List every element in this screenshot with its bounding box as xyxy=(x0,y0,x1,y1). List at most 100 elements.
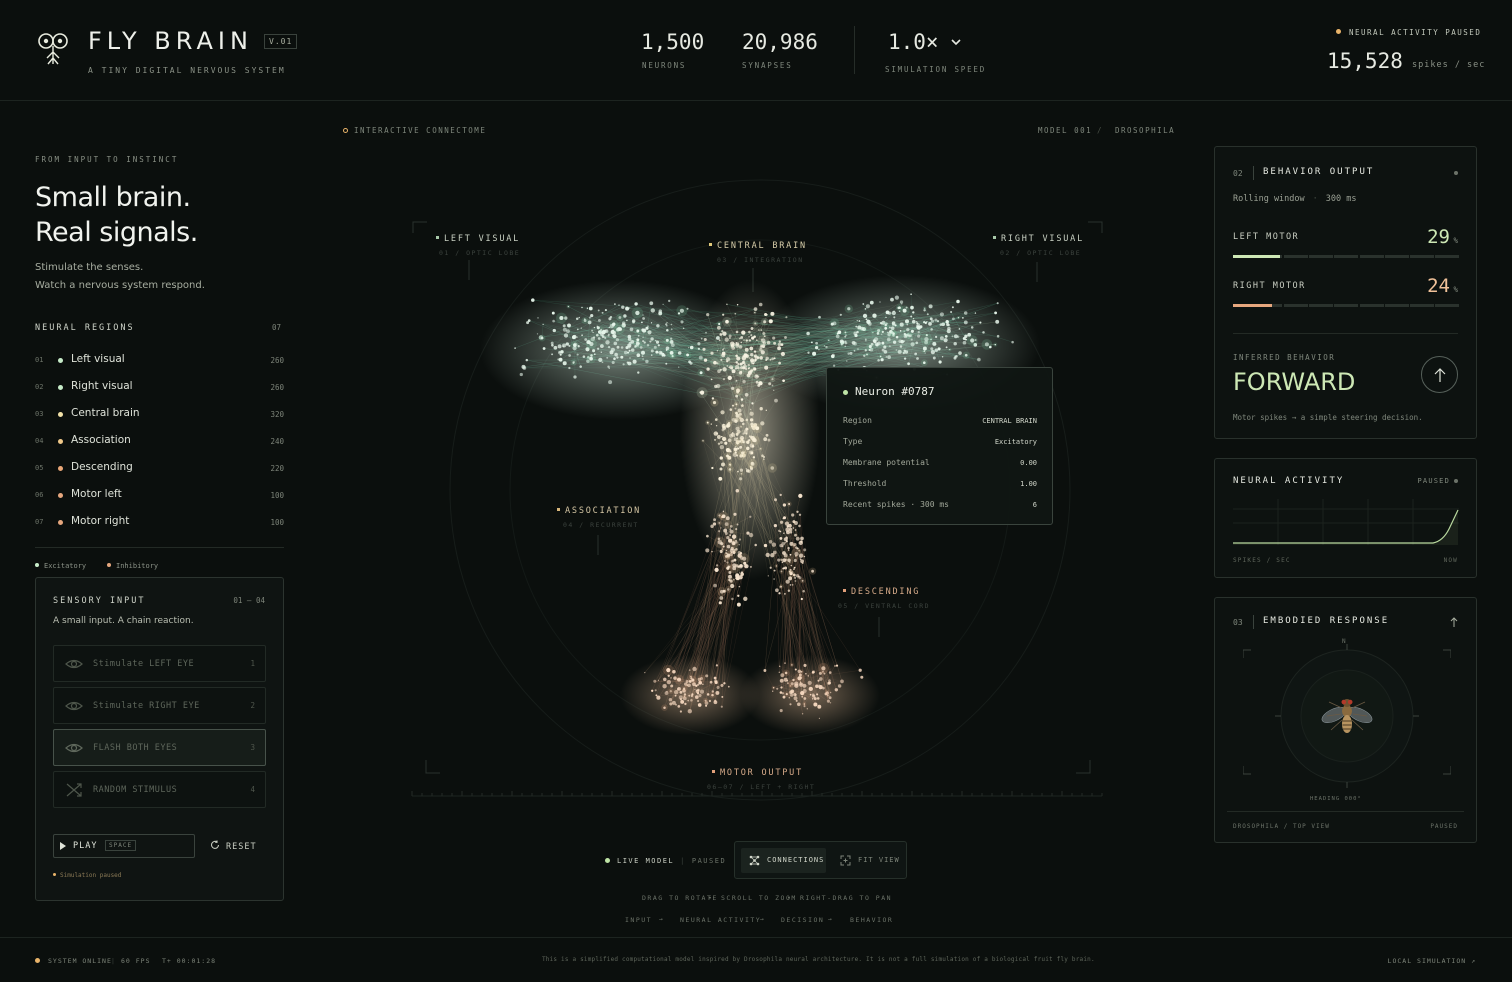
flow-step: BEHAVIOR xyxy=(850,916,894,924)
rolling-window: Rolling window · 300 ms xyxy=(1233,194,1357,204)
bar-segment xyxy=(1308,255,1333,258)
network-icon xyxy=(749,855,760,866)
tagline: A TINY DIGITAL NERVOUS SYSTEM xyxy=(88,66,286,75)
left-motor-bar xyxy=(1233,255,1460,258)
divider xyxy=(1227,811,1464,812)
local-simulation-link[interactable]: LOCAL SIMULATION ↗ xyxy=(1388,957,1476,965)
legend-inhibitory: Inhibitory xyxy=(107,562,158,570)
region-index: 06 xyxy=(35,491,44,499)
region-item[interactable]: 07 Motor right 100 xyxy=(35,514,284,532)
reset-icon xyxy=(210,840,220,849)
activity-state: PAUSED xyxy=(1417,477,1450,485)
sub-right-visual: 02 / OPTIC LOBE xyxy=(1000,249,1082,257)
sub-left-visual: 01 / OPTIC LOBE xyxy=(439,249,521,257)
region-index: 01 xyxy=(35,356,44,364)
status-dot xyxy=(1336,29,1341,34)
stimulate-left-eye-button[interactable]: Stimulate LEFT EYE 1 xyxy=(53,645,266,682)
region-item[interactable]: 05 Descending 220 xyxy=(35,460,284,478)
label-left-visual: LEFT VISUAL xyxy=(436,234,520,244)
connections-toggle[interactable]: CONNECTIONS xyxy=(741,848,826,873)
embodied-state: PAUSED xyxy=(1430,823,1458,830)
chevron-down-icon xyxy=(951,39,961,46)
frame-corner xyxy=(1088,221,1103,233)
label-association: ASSOCIATION xyxy=(557,506,641,516)
tooltip-title: Neuron #0787 xyxy=(855,385,935,398)
footer: SYSTEM ONLINE | 60 FPS T+ 00:01:28 This … xyxy=(0,937,1512,982)
right-motor-fill xyxy=(1233,304,1272,307)
bar-segment xyxy=(1410,255,1435,258)
region-index: 03 xyxy=(35,410,44,418)
hint-sep: • xyxy=(787,894,793,902)
region-item[interactable]: 01 Left visual 260 xyxy=(35,352,284,370)
region-item[interactable]: 02 Right visual 260 xyxy=(35,379,284,397)
fly-arena xyxy=(1243,644,1451,788)
reset-button[interactable]: RESET xyxy=(210,840,257,852)
region-count: 100 xyxy=(270,491,284,500)
frame-corner xyxy=(425,760,440,774)
left-motor-value: 29 xyxy=(1427,226,1450,248)
sub-central-brain: 03 / INTEGRATION xyxy=(717,256,804,264)
region-count: 260 xyxy=(270,383,284,392)
region-name: Motor left xyxy=(71,488,122,500)
speed-selector[interactable]: 1.0× xyxy=(888,30,961,54)
arrow-right-icon: → xyxy=(760,915,766,923)
embodied-title: EMBODIED RESPONSE xyxy=(1263,616,1390,626)
play-icon xyxy=(60,842,66,850)
headline-line-2: Real signals. xyxy=(35,217,198,248)
stimulate-right-eye-button[interactable]: Stimulate RIGHT EYE 2 xyxy=(53,687,266,724)
heading-readout: HEADING 000° xyxy=(1310,796,1362,802)
meta-separator: / xyxy=(1097,126,1104,135)
hint-pan: RIGHT-DRAG TO PAN xyxy=(800,894,893,902)
random-stimulus-button[interactable]: RANDOM STIMULUS 4 xyxy=(53,771,266,808)
tooltip-row: Threshold 1.00 xyxy=(843,479,1037,488)
sensory-desc: A small input. A chain reaction. xyxy=(53,616,194,626)
disclaimer: This is a simplified computational model… xyxy=(542,956,1095,963)
bar-segment xyxy=(1334,255,1359,258)
neurons-label: NEURONS xyxy=(642,61,687,70)
headline: Small brain. Real signals. xyxy=(35,180,198,250)
bar-segment xyxy=(1334,304,1359,307)
activity-title: NEURAL ACTIVITY xyxy=(1233,476,1345,486)
eye-icon xyxy=(65,701,83,711)
flow-step: DECISION xyxy=(781,916,825,924)
region-item[interactable]: 04 Association 240 xyxy=(35,433,284,451)
elapsed-time: T+ 00:01:28 xyxy=(162,957,217,965)
header-divider xyxy=(854,26,855,74)
frame-corner xyxy=(412,221,427,233)
view-label: DROSOPHILA / TOP VIEW xyxy=(1233,823,1330,830)
region-item[interactable]: 03 Central brain 320 xyxy=(35,406,284,424)
scale-ruler-ticks xyxy=(411,791,1103,796)
speed-value: 1.0× xyxy=(888,30,939,54)
fps-readout: 60 FPS xyxy=(121,957,151,965)
region-index: 07 xyxy=(35,518,44,526)
label-motor-output: MOTOR OUTPUT xyxy=(712,768,803,778)
fit-view-icon xyxy=(840,855,851,866)
sensory-range: 01 — 04 xyxy=(233,596,265,605)
hint-sep: • xyxy=(708,894,714,902)
behavior-output-card: 02 BEHAVIOR OUTPUT Rolling window · 300 ms… xyxy=(1214,146,1477,439)
synapses-count: 20,986 xyxy=(742,30,818,54)
region-item[interactable]: 06 Motor left 100 xyxy=(35,487,284,505)
eye-icon xyxy=(65,743,83,753)
bar-segment xyxy=(1384,255,1409,258)
play-button[interactable]: PLAY SPACE xyxy=(53,834,195,858)
system-status: SYSTEM ONLINE xyxy=(48,957,112,965)
footer-sep: | xyxy=(111,957,116,965)
flash-both-eyes-button[interactable]: FLASH BOTH EYES 3 xyxy=(53,729,266,766)
flow-step: INPUT xyxy=(625,916,653,924)
right-motor-value: 24 xyxy=(1427,275,1450,297)
compass-north: N xyxy=(1342,638,1346,645)
label-right-visual: RIGHT VISUAL xyxy=(993,234,1084,244)
fly-logo-icon xyxy=(38,33,68,65)
hint-zoom: SCROLL TO ZOOM xyxy=(721,894,797,902)
region-index: 05 xyxy=(35,464,44,472)
species-label: DROSOPHILA xyxy=(1115,126,1176,135)
label-central-brain: CENTRAL BRAIN xyxy=(709,241,807,251)
neurons-count: 1,500 xyxy=(641,30,705,54)
regions-title: NEURAL REGIONS xyxy=(35,323,135,333)
region-count: 100 xyxy=(270,518,284,527)
region-color-dot xyxy=(58,466,63,471)
bar-segment xyxy=(1359,255,1384,258)
axis-right-label: NOW xyxy=(1443,557,1458,564)
left-eyebrow: FROM INPUT TO INSTINCT xyxy=(35,155,179,164)
